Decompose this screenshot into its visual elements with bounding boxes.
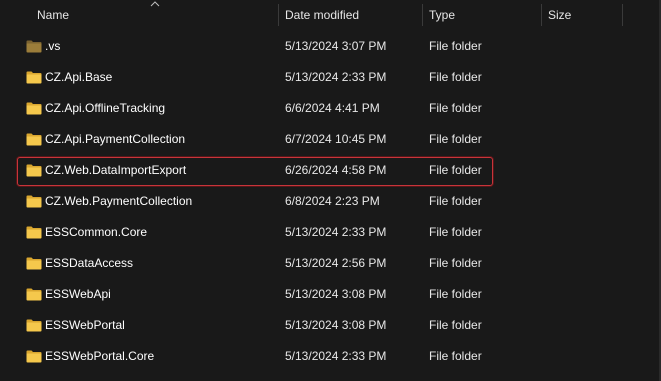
- file-date-modified: 6/7/2024 10:45 PM: [285, 132, 387, 146]
- file-date-modified: 6/6/2024 4:41 PM: [285, 101, 380, 115]
- file-type: File folder: [429, 318, 482, 332]
- column-header-size[interactable]: Size: [548, 0, 618, 30]
- file-row[interactable]: ESSCommon.Core 5/13/2024 2:33 PM File fold…: [0, 217, 661, 248]
- file-name[interactable]: CZ.Api.OfflineTracking: [45, 93, 165, 124]
- file-date-modified: 5/13/2024 2:33 PM: [285, 70, 387, 84]
- column-header-name[interactable]: Name: [37, 0, 277, 30]
- file-type: File folder: [429, 287, 482, 301]
- file-type: File folder: [429, 256, 482, 270]
- file-row[interactable]: CZ.Api.OfflineTracking 6/6/2024 4:41 PM Fi…: [0, 93, 661, 124]
- file-row[interactable]: CZ.Web.DataImportExport 6/26/2024 4:58 PM…: [0, 155, 661, 186]
- column-header-date-modified[interactable]: Date modified: [285, 0, 420, 30]
- file-row[interactable]: ESSWebPortal 5/13/2024 3:08 PM File folder: [0, 310, 661, 341]
- file-row[interactable]: CZ.Api.Base 5/13/2024 2:33 PM File folder: [0, 62, 661, 93]
- folder-icon: [26, 40, 42, 53]
- folder-icon: [26, 319, 42, 332]
- file-date-modified: 6/26/2024 4:58 PM: [285, 163, 387, 177]
- folder-icon: [26, 350, 42, 363]
- file-type: File folder: [429, 225, 482, 239]
- folder-icon: [26, 288, 42, 301]
- file-type: File folder: [429, 163, 482, 177]
- file-date-modified: 5/13/2024 2:33 PM: [285, 225, 387, 239]
- folder-icon: [26, 133, 42, 146]
- folder-icon: [26, 226, 42, 239]
- file-name[interactable]: CZ.Web.DataImportExport: [45, 155, 186, 186]
- column-divider[interactable]: [622, 4, 623, 26]
- folder-icon: [26, 102, 42, 115]
- folder-icon: [26, 257, 42, 270]
- column-header-bar: Name Date modified Type Size: [0, 0, 661, 30]
- file-type: File folder: [429, 349, 482, 363]
- file-type: File folder: [429, 132, 482, 146]
- file-date-modified: 5/13/2024 3:08 PM: [285, 287, 387, 301]
- file-name[interactable]: CZ.Web.PaymentCollection: [45, 186, 192, 217]
- file-name[interactable]: CZ.Api.PaymentCollection: [45, 124, 185, 155]
- file-date-modified: 5/13/2024 3:08 PM: [285, 318, 387, 332]
- folder-icon: [26, 195, 42, 208]
- file-type: File folder: [429, 101, 482, 115]
- file-date-modified: 5/13/2024 3:07 PM: [285, 39, 387, 53]
- folder-icon: [26, 164, 42, 177]
- file-date-modified: 5/13/2024 2:33 PM: [285, 349, 387, 363]
- folder-icon: [26, 71, 42, 84]
- file-row[interactable]: ESSWebPortal.Core 5/13/2024 2:33 PM File f…: [0, 341, 661, 372]
- column-divider[interactable]: [278, 4, 279, 26]
- file-date-modified: 5/13/2024 2:56 PM: [285, 256, 387, 270]
- file-type: File folder: [429, 194, 482, 208]
- file-type: File folder: [429, 70, 482, 84]
- column-divider[interactable]: [541, 4, 542, 26]
- file-name[interactable]: .vs: [45, 31, 60, 62]
- column-divider[interactable]: [422, 4, 423, 26]
- file-row[interactable]: CZ.Web.PaymentCollection 6/8/2024 2:23 PM…: [0, 186, 661, 217]
- file-row[interactable]: .vs 5/13/2024 3:07 PM File folder: [0, 31, 661, 62]
- file-name[interactable]: ESSWebApi: [45, 279, 111, 310]
- file-name[interactable]: ESSDataAccess: [45, 248, 133, 279]
- file-row[interactable]: ESSDataAccess 5/13/2024 2:56 PM File folde…: [0, 248, 661, 279]
- file-row[interactable]: CZ.Api.PaymentCollection 6/7/2024 10:45 P…: [0, 124, 661, 155]
- file-type: File folder: [429, 39, 482, 53]
- file-row[interactable]: ESSWebApi 5/13/2024 3:08 PM File folder: [0, 279, 661, 310]
- file-name[interactable]: CZ.Api.Base: [45, 62, 112, 93]
- file-name[interactable]: ESSWebPortal.Core: [45, 341, 154, 372]
- column-header-type[interactable]: Type: [429, 0, 539, 30]
- file-name[interactable]: ESSWebPortal: [45, 310, 125, 341]
- file-name[interactable]: ESSCommon.Core: [45, 217, 147, 248]
- file-date-modified: 6/8/2024 2:23 PM: [285, 194, 380, 208]
